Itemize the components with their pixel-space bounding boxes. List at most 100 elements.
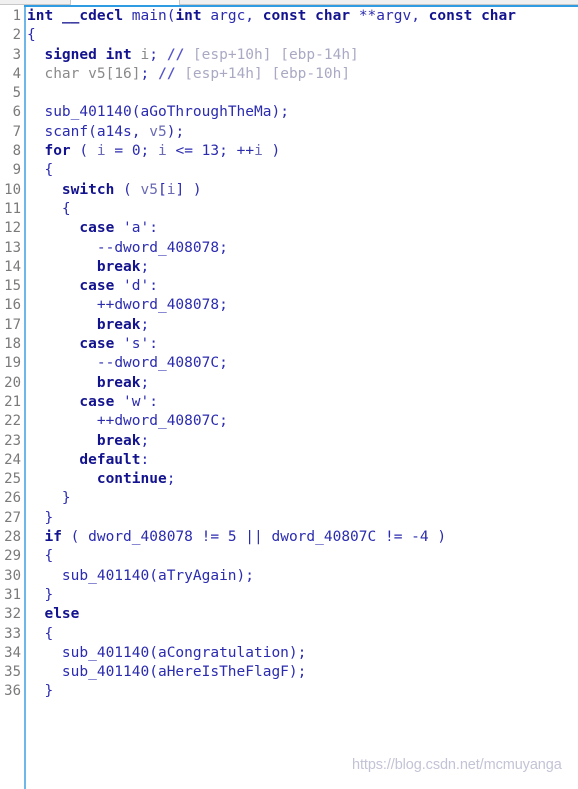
token-punct: ;: [140, 316, 150, 333]
token-loc: char: [44, 65, 80, 82]
token-glob: argc: [210, 8, 246, 24]
token-fn: sub_401140: [44, 104, 132, 121]
token-punct: (: [123, 181, 141, 198]
line-text: }: [27, 509, 53, 528]
line-number: 19: [4, 355, 21, 372]
code-line[interactable]: 31 }: [0, 586, 578, 605]
code-line[interactable]: 14 break;: [0, 258, 578, 277]
code-line[interactable]: 26 }: [0, 489, 578, 508]
line-text: ++dword_408078;: [27, 296, 228, 315]
code-line[interactable]: 13 --dword_408078;: [0, 239, 578, 258]
code-line[interactable]: 4 char v5[16]; // [esp+14h] [ebp-10h]: [0, 65, 578, 84]
code-line[interactable]: 35 sub_401140(aHereIsTheFlagF);: [0, 663, 578, 682]
token-punct: (: [131, 104, 141, 121]
code-line[interactable]: 10 switch ( v5[i] ): [0, 181, 578, 200]
line-number: 30: [4, 567, 21, 584]
code-line[interactable]: 17 break;: [0, 316, 578, 335]
line-text: case 's':: [27, 335, 158, 354]
token-punct: {: [27, 27, 36, 44]
code-line[interactable]: 30 sub_401140(aTryAgain);: [0, 567, 578, 586]
code-line[interactable]: 9 {: [0, 161, 578, 180]
token-punct: (: [149, 567, 158, 584]
token-punct: ;: [149, 46, 167, 63]
token-punct: ;: [219, 239, 228, 256]
code-line[interactable]: 33 {: [0, 625, 578, 644]
code-line[interactable]: 11 {: [0, 200, 578, 219]
code-line[interactable]: 5: [0, 84, 578, 103]
line-text: case 'd':: [27, 277, 158, 296]
token-kw: default: [79, 451, 141, 468]
line-number: 36: [4, 683, 21, 700]
token-punct: --: [96, 239, 115, 256]
pseudocode-code-area[interactable]: 1 int __cdecl main(int argc, const char *…: [0, 7, 578, 789]
token-punct: {: [44, 162, 54, 179]
line-number: 27: [4, 509, 21, 526]
code-line[interactable]: 2{: [0, 26, 578, 45]
line-text: {: [27, 200, 71, 219]
code-line[interactable]: 16 ++dword_408078;: [0, 296, 578, 315]
code-line[interactable]: 29 {: [0, 547, 578, 566]
code-line[interactable]: 8 for ( i = 0; i <= 13; ++i ): [0, 142, 578, 161]
code-line[interactable]: 18 case 's':: [0, 335, 578, 354]
line-number: 10: [4, 181, 21, 198]
token-punct: ): [262, 143, 281, 160]
token-punct: ;: [140, 143, 159, 160]
code-line[interactable]: 22 ++dword_40807C;: [0, 412, 578, 431]
token-fn: scanf: [44, 123, 89, 140]
code-line[interactable]: 27 }: [0, 509, 578, 528]
line-text: sub_401140(aGoThroughTheMa);: [27, 103, 289, 122]
code-line[interactable]: 32 else: [0, 605, 578, 624]
token-punct: --: [96, 355, 115, 372]
code-line[interactable]: 34 sub_401140(aCongratulation);: [0, 644, 578, 663]
token-punct: (: [70, 529, 89, 546]
token-kw: case: [79, 220, 115, 237]
code-line[interactable]: 19 --dword_40807C;: [0, 354, 578, 373]
token-punct: );: [288, 644, 307, 661]
token-typ: signed int: [44, 46, 132, 63]
token-fn: sub_401140: [61, 664, 150, 681]
code-line[interactable]: 20 break;: [0, 374, 578, 393]
token-kw: break: [96, 258, 141, 275]
code-line[interactable]: 24 default:: [0, 451, 578, 470]
code-line[interactable]: 15 case 'd':: [0, 277, 578, 296]
line-number: 17: [4, 316, 21, 333]
token-punct: ;: [140, 258, 150, 275]
code-line[interactable]: 28 if ( dword_408078 != 5 || dword_40807…: [0, 528, 578, 547]
token-num: 5: [227, 529, 237, 546]
token-punct: ;: [140, 374, 150, 391]
line-text: char v5[16]; // [esp+14h] [ebp-10h]: [27, 65, 350, 84]
code-line[interactable]: 3 signed int i; // [esp+10h] [ebp-14h]: [0, 46, 578, 65]
code-line[interactable]: 25 continue;: [0, 470, 578, 489]
code-line[interactable]: 7 scanf(a14s, v5);: [0, 123, 578, 142]
code-line[interactable]: 6 sub_401140(aGoThroughTheMa);: [0, 103, 578, 122]
token-punct: ,: [411, 8, 429, 24]
token-glob: dword_408078: [114, 239, 220, 256]
token-punct: );: [166, 123, 185, 140]
token-glob: dword_40807C: [114, 413, 220, 430]
token-var: i: [158, 143, 167, 160]
token-glob: dword_408078: [88, 529, 193, 546]
line-number: 28: [4, 529, 21, 546]
token-kw: __cdecl: [61, 8, 124, 24]
token-loc: i: [140, 46, 150, 63]
line-text: int __cdecl main(int argc, const char **…: [27, 7, 516, 26]
code-line[interactable]: 1 int __cdecl main(int argc, const char *…: [0, 7, 578, 26]
code-line[interactable]: 36 }: [0, 682, 578, 701]
code-line[interactable]: 12 case 'a':: [0, 219, 578, 238]
line-number: 11: [4, 200, 21, 217]
code-line[interactable]: 23 break;: [0, 432, 578, 451]
token-punct: );: [271, 104, 289, 121]
token-str: 'd': [123, 278, 150, 295]
code-line[interactable]: 21 case 'w':: [0, 393, 578, 412]
token-kw: int: [175, 8, 202, 24]
